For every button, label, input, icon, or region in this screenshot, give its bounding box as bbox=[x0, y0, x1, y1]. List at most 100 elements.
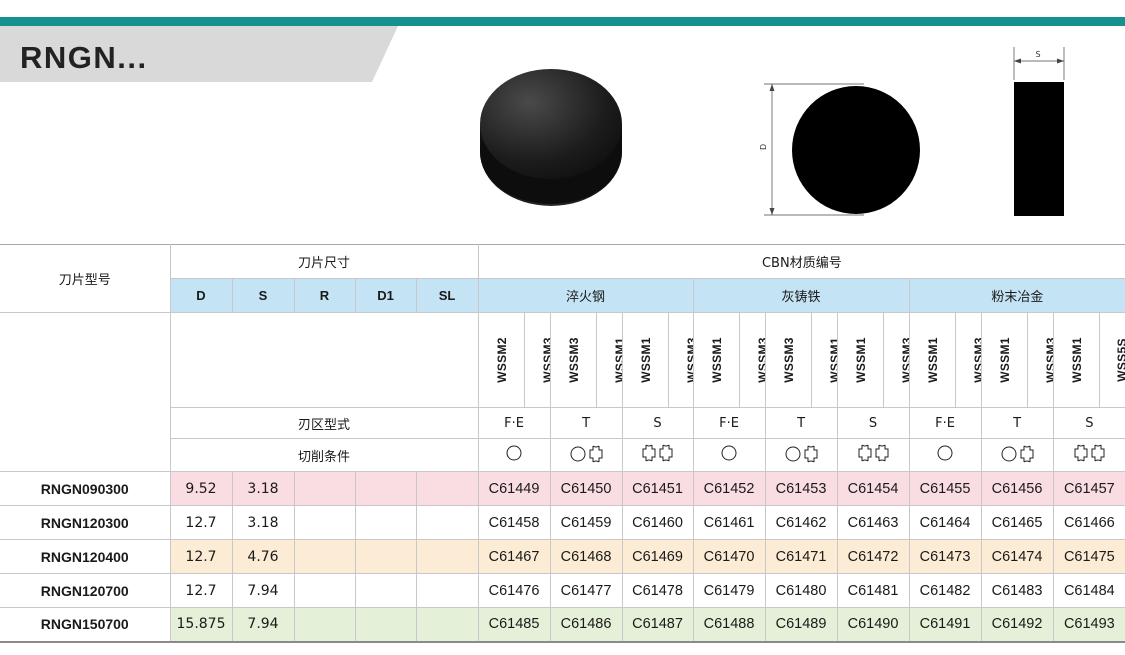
product-code-cell: C61485 bbox=[477, 607, 551, 643]
product-code-cell: C61471 bbox=[764, 539, 838, 574]
cutting-condition-cell bbox=[764, 438, 838, 472]
grade-label: WSSM3 bbox=[540, 337, 551, 383]
edge-type-label: 刃区型式 bbox=[169, 407, 479, 439]
product-code-cell: C61451 bbox=[621, 471, 694, 506]
product-code-cell: C61449 bbox=[477, 471, 551, 506]
edge-type-cell: S bbox=[1052, 407, 1125, 439]
dim-cell-d: 12.7 bbox=[169, 573, 233, 608]
grade-group: WSSM1WSSM3WSS1S bbox=[692, 312, 766, 408]
dim-header-sl: SL bbox=[415, 278, 479, 313]
dimension-d-label: D bbox=[759, 144, 768, 150]
bracket-icon bbox=[1074, 444, 1088, 462]
cutting-condition-cell bbox=[836, 438, 910, 472]
cbn-header: CBN材质编号 bbox=[477, 244, 1125, 279]
cutting-condition-label: 切削条件 bbox=[169, 438, 479, 472]
cutting-condition-cell bbox=[621, 438, 694, 472]
product-code-cell: C61472 bbox=[836, 539, 910, 574]
edge-type-cell: T bbox=[764, 407, 838, 439]
table-row: RNGN090300 9.52 3.18 C61449 C61450 C61451 C614… bbox=[0, 471, 1125, 506]
dim-cell-s: 7.94 bbox=[231, 573, 295, 608]
grade-label: WSSM3 bbox=[566, 337, 581, 383]
bracket-icon bbox=[858, 444, 872, 462]
table-row: RNGN120300 12.7 3.18 C61458 C61459 C61460 C614… bbox=[0, 505, 1125, 540]
insert-drawings: D S bbox=[480, 47, 1065, 216]
circle-icon bbox=[785, 446, 801, 461]
model-cell: RNGN150700 bbox=[0, 607, 171, 643]
product-code-cell: C61493 bbox=[1052, 607, 1125, 643]
dim-cell-sl bbox=[415, 607, 479, 643]
product-code-cell: C61450 bbox=[549, 471, 623, 506]
product-code-cell: C61459 bbox=[549, 505, 623, 540]
product-code-cell: C61468 bbox=[549, 539, 623, 574]
grade-label: WSSM2 bbox=[494, 337, 509, 383]
grade-group: WSSM3WSSM1WSS3S bbox=[549, 312, 623, 408]
product-code-cell: C61460 bbox=[621, 505, 694, 540]
cutting-condition-cell bbox=[1052, 438, 1125, 472]
product-code-cell: C61490 bbox=[836, 607, 910, 643]
circle-icon bbox=[937, 445, 953, 461]
grade-label: WSSM3 bbox=[899, 337, 910, 383]
dim-cell-r bbox=[293, 573, 356, 608]
model-cell: RNGN120300 bbox=[0, 505, 171, 540]
dim-cell-sl bbox=[415, 539, 479, 574]
circle-icon bbox=[506, 445, 522, 461]
product-code-cell: C61464 bbox=[908, 505, 982, 540]
dim-cell-d: 12.7 bbox=[169, 505, 233, 540]
product-code-cell: C61456 bbox=[980, 471, 1054, 506]
product-code-cell: C61463 bbox=[836, 505, 910, 540]
dimension-s-label: S bbox=[1035, 50, 1040, 59]
product-code-cell: C61452 bbox=[692, 471, 766, 506]
dim-cell-s: 4.76 bbox=[231, 539, 295, 574]
product-code-cell: C61492 bbox=[980, 607, 1054, 643]
dim-cell-d1 bbox=[354, 539, 417, 574]
dim-cell-r bbox=[293, 607, 356, 643]
dim-header-s: S bbox=[231, 278, 295, 313]
cutting-condition-cell bbox=[692, 438, 766, 472]
grade-label: WSSM3 bbox=[971, 337, 982, 383]
product-code-cell: C61469 bbox=[621, 539, 694, 574]
dim-cell-d: 15.875 bbox=[169, 607, 233, 643]
product-code-cell: C61466 bbox=[1052, 505, 1125, 540]
product-code-cell: C61486 bbox=[549, 607, 623, 643]
grade-label: WSSM1 bbox=[827, 337, 838, 383]
product-code-cell: C61462 bbox=[764, 505, 838, 540]
model-cell: RNGN120400 bbox=[0, 539, 171, 574]
insert-side-view: S bbox=[1013, 47, 1065, 216]
dim-cell-r bbox=[293, 539, 356, 574]
grade-label: WSSM1 bbox=[925, 337, 940, 383]
product-code-cell: C61454 bbox=[836, 471, 910, 506]
dim-header-d1: D1 bbox=[354, 278, 417, 313]
product-code-cell: C61483 bbox=[980, 573, 1054, 608]
product-code-cell: C61461 bbox=[692, 505, 766, 540]
dim-header-r: R bbox=[293, 278, 356, 313]
insert-3d-render bbox=[480, 69, 622, 206]
grade-label: WSSM1 bbox=[853, 337, 868, 383]
cutting-condition-cell bbox=[980, 438, 1054, 472]
grade-label: WSSM1 bbox=[638, 337, 653, 383]
edge-type-cell: T bbox=[549, 407, 623, 439]
grade-label: WSSM3 bbox=[684, 337, 694, 383]
dim-cell-d: 9.52 bbox=[169, 471, 233, 506]
product-code-cell: C61480 bbox=[764, 573, 838, 608]
cutting-condition-cell bbox=[908, 438, 982, 472]
insert-front-view: D bbox=[759, 83, 920, 216]
grade-label: WSSM3 bbox=[1043, 337, 1054, 383]
grade-group: WSSM1WSSM3WSS5S bbox=[621, 312, 694, 408]
grade-label: WSSM1 bbox=[612, 337, 623, 383]
edge-type-cell: F·E bbox=[908, 407, 982, 439]
grade-group: WSSM1WSSM3WSS5S bbox=[836, 312, 910, 408]
grade-label: WSSM3 bbox=[781, 337, 796, 383]
dim-cell-sl bbox=[415, 505, 479, 540]
dim-cell-d1 bbox=[354, 471, 417, 506]
product-code-cell: C61477 bbox=[549, 573, 623, 608]
product-code-cell: C61475 bbox=[1052, 539, 1125, 574]
dim-cell-d1 bbox=[354, 505, 417, 540]
grade-label: WSSM1 bbox=[1069, 337, 1084, 383]
edge-type-cell: T bbox=[980, 407, 1054, 439]
product-code-cell: C61474 bbox=[980, 539, 1054, 574]
model-header: 刀片型号 bbox=[0, 244, 171, 313]
material-powder-metallurgy: 粉末冶金 bbox=[908, 278, 1125, 313]
dim-cell-r bbox=[293, 505, 356, 540]
grade-label: WSS5S bbox=[1114, 338, 1125, 382]
grade-label: WSSM3 bbox=[755, 337, 766, 383]
